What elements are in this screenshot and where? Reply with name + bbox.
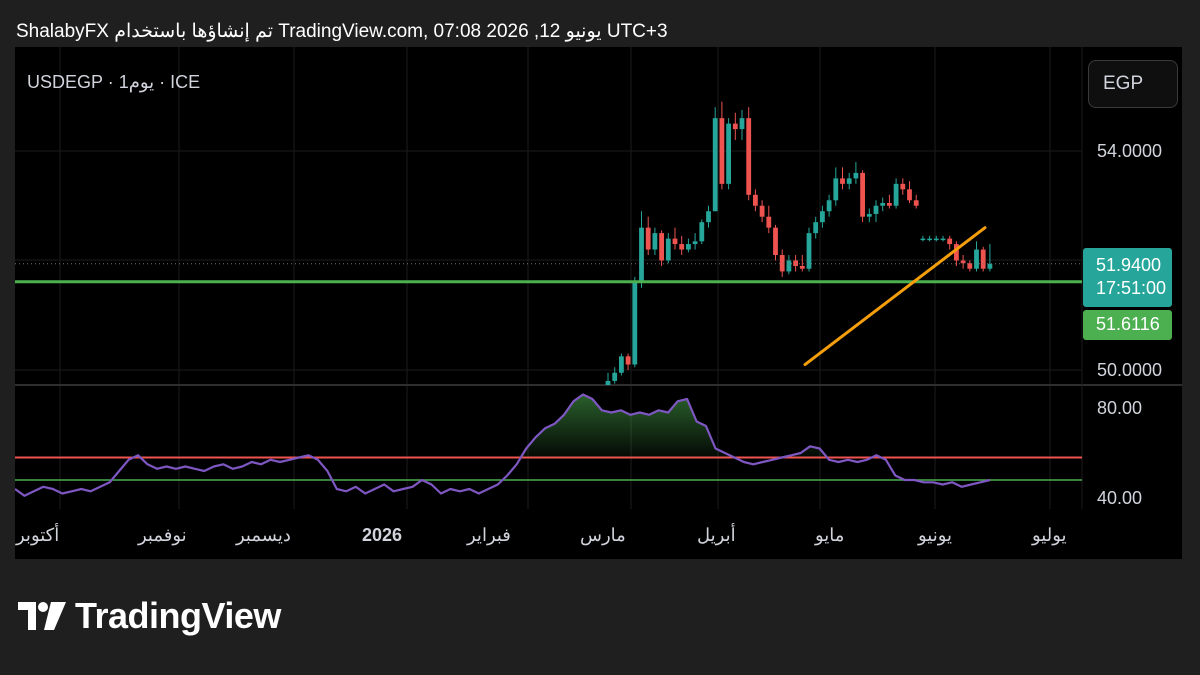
candle-body [840, 178, 845, 184]
candle-body [820, 211, 825, 223]
candle-body [659, 233, 664, 261]
candle-body [893, 183, 899, 206]
time-tick-label: يوليو [1032, 525, 1067, 545]
candle-body [753, 194, 758, 206]
tradingview-logo-icon [18, 602, 66, 630]
trend-line [803, 226, 987, 367]
candle-body [625, 356, 631, 365]
candle-body [773, 227, 778, 256]
candle-body [679, 244, 685, 250]
candle-body [759, 205, 765, 217]
time-tick-label: أبريل [697, 525, 736, 545]
candle-body [746, 118, 752, 195]
candle-body [813, 222, 819, 234]
rsi-overbought-fill [15, 394, 990, 458]
horizontal-line-tag: 51.6116 [1083, 310, 1172, 340]
candle-body [853, 172, 859, 179]
candle-body [947, 238, 953, 245]
time-tick-label: 2026 [362, 525, 403, 545]
candle-body [960, 260, 966, 264]
candle-body [786, 260, 792, 272]
rsi-pane [15, 393, 1082, 497]
candle-body [632, 282, 638, 365]
candle-body [974, 249, 979, 269]
candle-body [712, 118, 718, 212]
time-tick-label: نوفمبر [138, 525, 187, 545]
price-tick-label: 50.0000 [1097, 360, 1163, 380]
candle-body [665, 238, 671, 261]
candle-body [779, 255, 785, 272]
price-tick-label: 54.0000 [1097, 141, 1163, 161]
time-tick-label: أكتوبر [16, 525, 60, 545]
chart-panel[interactable] [15, 47, 1182, 559]
candle-body [940, 238, 946, 241]
candle-body [739, 118, 745, 130]
candle-body [873, 205, 879, 214]
time-tick-label: مايو [815, 525, 845, 545]
candle-body [866, 213, 872, 217]
chart-header: ShalabyFX تم إنشاؤها باستخدام TradingVie… [16, 21, 668, 42]
candle-body [639, 227, 644, 283]
currency-button[interactable]: EGP [1088, 60, 1178, 108]
candle-body [726, 123, 731, 184]
candle-body [605, 380, 611, 385]
tradingview-wordmark: TradingView [75, 595, 281, 636]
candle-body [907, 189, 912, 201]
candle-body [645, 227, 651, 250]
candle-body [913, 200, 919, 206]
chart-canvas[interactable] [15, 47, 1182, 559]
candle-body [980, 249, 986, 269]
time-tick-label: مارس [580, 525, 626, 545]
price-overlays [15, 226, 1082, 367]
candle-body [652, 233, 658, 250]
candle-body [846, 178, 852, 184]
candle-body [612, 372, 618, 381]
candle-body [927, 238, 932, 241]
last-price-tag: 51.9400 17:51:00 [1083, 248, 1172, 307]
candle-body [833, 178, 839, 201]
rsi-tick-label: 80.00 [1097, 398, 1143, 418]
bar-countdown: 17:51:00 [1096, 278, 1167, 298]
candle-body [826, 200, 832, 212]
candle-body [900, 183, 906, 190]
last-price-value: 51.9400 [1096, 255, 1162, 275]
candle-body [887, 203, 892, 206]
candle-body [920, 238, 926, 241]
candle-body [699, 222, 705, 242]
time-tick-label: ديسمبر [236, 525, 291, 545]
candle-body [672, 238, 678, 245]
candle-body [987, 263, 993, 269]
candle-body [619, 356, 624, 373]
time-tick-label: يونيو [918, 525, 953, 545]
candle-body [706, 211, 711, 223]
candle-body [793, 260, 798, 266]
candle-body [692, 241, 698, 245]
candle-body [766, 216, 772, 228]
candle-body [933, 238, 939, 241]
rsi-tick-label: 40.00 [1097, 488, 1143, 508]
candle-body [686, 244, 691, 250]
time-tick-label: فبراير [467, 525, 511, 545]
symbol-label[interactable]: USDEGP · 1يوم · ICE [27, 72, 200, 93]
candle-body [799, 265, 805, 269]
candle-body [719, 118, 725, 184]
candlestick-series [605, 101, 993, 385]
candle-body [732, 123, 738, 130]
candle-body [880, 203, 886, 206]
candle-body [860, 172, 865, 217]
